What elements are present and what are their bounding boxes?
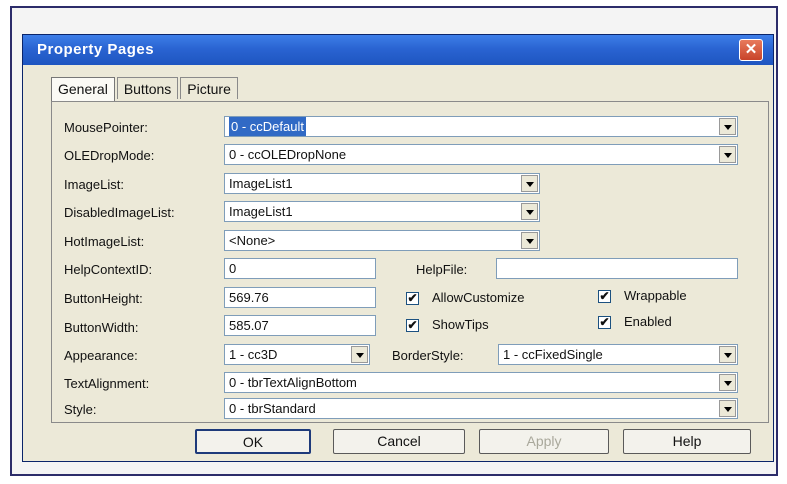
appearance-value: 1 - cc3D [229, 347, 278, 362]
image-list-dropdown[interactable]: ImageList1 [224, 173, 540, 194]
property-pages-dialog: Property Pages ✕ General Buttons Picture… [22, 34, 774, 462]
tab-general[interactable]: General [51, 77, 115, 101]
window-title: Property Pages [37, 41, 155, 58]
title-bar: Property Pages ✕ [23, 35, 773, 65]
ok-button[interactable]: OK [195, 429, 311, 454]
enabled-label: Enabled [624, 314, 672, 329]
image-list-value: ImageList1 [229, 176, 293, 191]
chevron-down-icon[interactable] [351, 346, 368, 363]
disabled-image-list-label: DisabledImageList: [64, 205, 175, 220]
border-style-label: BorderStyle: [392, 348, 464, 363]
tab-buttons[interactable]: Buttons [116, 77, 179, 99]
help-context-id-label: HelpContextID: [64, 262, 153, 277]
close-button[interactable]: ✕ [739, 39, 763, 61]
style-label: Style: [64, 402, 97, 417]
check-icon: ✔ [407, 318, 418, 332]
button-height-label: ButtonHeight: [64, 291, 143, 306]
help-file-label: HelpFile: [416, 262, 468, 277]
cancel-button[interactable]: Cancel [333, 429, 465, 454]
show-tips-label: ShowTips [432, 317, 489, 332]
ole-drop-mode-value: 0 - ccOLEDropNone [229, 147, 347, 162]
disabled-image-list-dropdown[interactable]: ImageList1 [224, 201, 540, 222]
chevron-down-icon[interactable] [521, 232, 538, 249]
hot-image-list-value: <None> [229, 233, 276, 248]
ole-drop-mode-dropdown[interactable]: 0 - ccOLEDropNone [224, 144, 738, 165]
mouse-pointer-value: 0 - ccDefault [229, 117, 306, 136]
border-style-value: 1 - ccFixedSingle [503, 347, 603, 362]
chevron-down-icon[interactable] [521, 203, 538, 220]
check-icon: ✔ [599, 315, 610, 329]
help-context-id-input[interactable]: 0 [224, 258, 376, 279]
appearance-dropdown[interactable]: 1 - cc3D [224, 344, 370, 365]
wrappable-checkbox[interactable]: ✔ [598, 290, 611, 303]
button-width-input[interactable]: 585.07 [224, 315, 376, 336]
chevron-down-icon[interactable] [521, 175, 538, 192]
mouse-pointer-label: MousePointer: [64, 120, 148, 135]
allow-customize-checkbox[interactable]: ✔ [406, 292, 419, 305]
button-width-label: ButtonWidth: [64, 320, 139, 335]
hot-image-list-dropdown[interactable]: <None> [224, 230, 540, 251]
wrappable-label: Wrappable [624, 288, 687, 303]
style-value: 0 - tbrStandard [229, 401, 316, 416]
appearance-label: Appearance: [64, 348, 138, 363]
help-file-input[interactable] [496, 258, 738, 279]
show-tips-checkbox[interactable]: ✔ [406, 319, 419, 332]
allow-customize-label: AllowCustomize [432, 290, 525, 305]
text-alignment-label: TextAlignment: [64, 376, 150, 391]
check-icon: ✔ [407, 291, 418, 305]
border-style-dropdown[interactable]: 1 - ccFixedSingle [498, 344, 738, 365]
tab-picture[interactable]: Picture [180, 77, 238, 99]
text-alignment-dropdown[interactable]: 0 - tbrTextAlignBottom [224, 372, 738, 393]
chevron-down-icon[interactable] [719, 346, 736, 363]
general-tab-panel: MousePointer: 0 - ccDefault OLEDropMode:… [51, 101, 769, 423]
apply-button: Apply [479, 429, 609, 454]
chevron-down-icon[interactable] [719, 374, 736, 391]
text-alignment-value: 0 - tbrTextAlignBottom [229, 375, 357, 390]
close-icon: ✕ [744, 41, 758, 58]
check-icon: ✔ [599, 289, 610, 303]
hot-image-list-label: HotImageList: [64, 234, 145, 249]
chevron-down-icon[interactable] [719, 118, 736, 135]
enabled-checkbox[interactable]: ✔ [598, 316, 611, 329]
style-dropdown[interactable]: 0 - tbrStandard [224, 398, 738, 419]
image-list-label: ImageList: [64, 177, 124, 192]
ole-drop-mode-label: OLEDropMode: [64, 148, 155, 163]
help-button[interactable]: Help [623, 429, 751, 454]
mouse-pointer-dropdown[interactable]: 0 - ccDefault [224, 116, 738, 137]
disabled-image-list-value: ImageList1 [229, 204, 293, 219]
chevron-down-icon[interactable] [719, 146, 736, 163]
tab-strip: General Buttons Picture [51, 77, 240, 101]
chevron-down-icon[interactable] [719, 400, 736, 417]
button-height-input[interactable]: 569.76 [224, 287, 376, 308]
